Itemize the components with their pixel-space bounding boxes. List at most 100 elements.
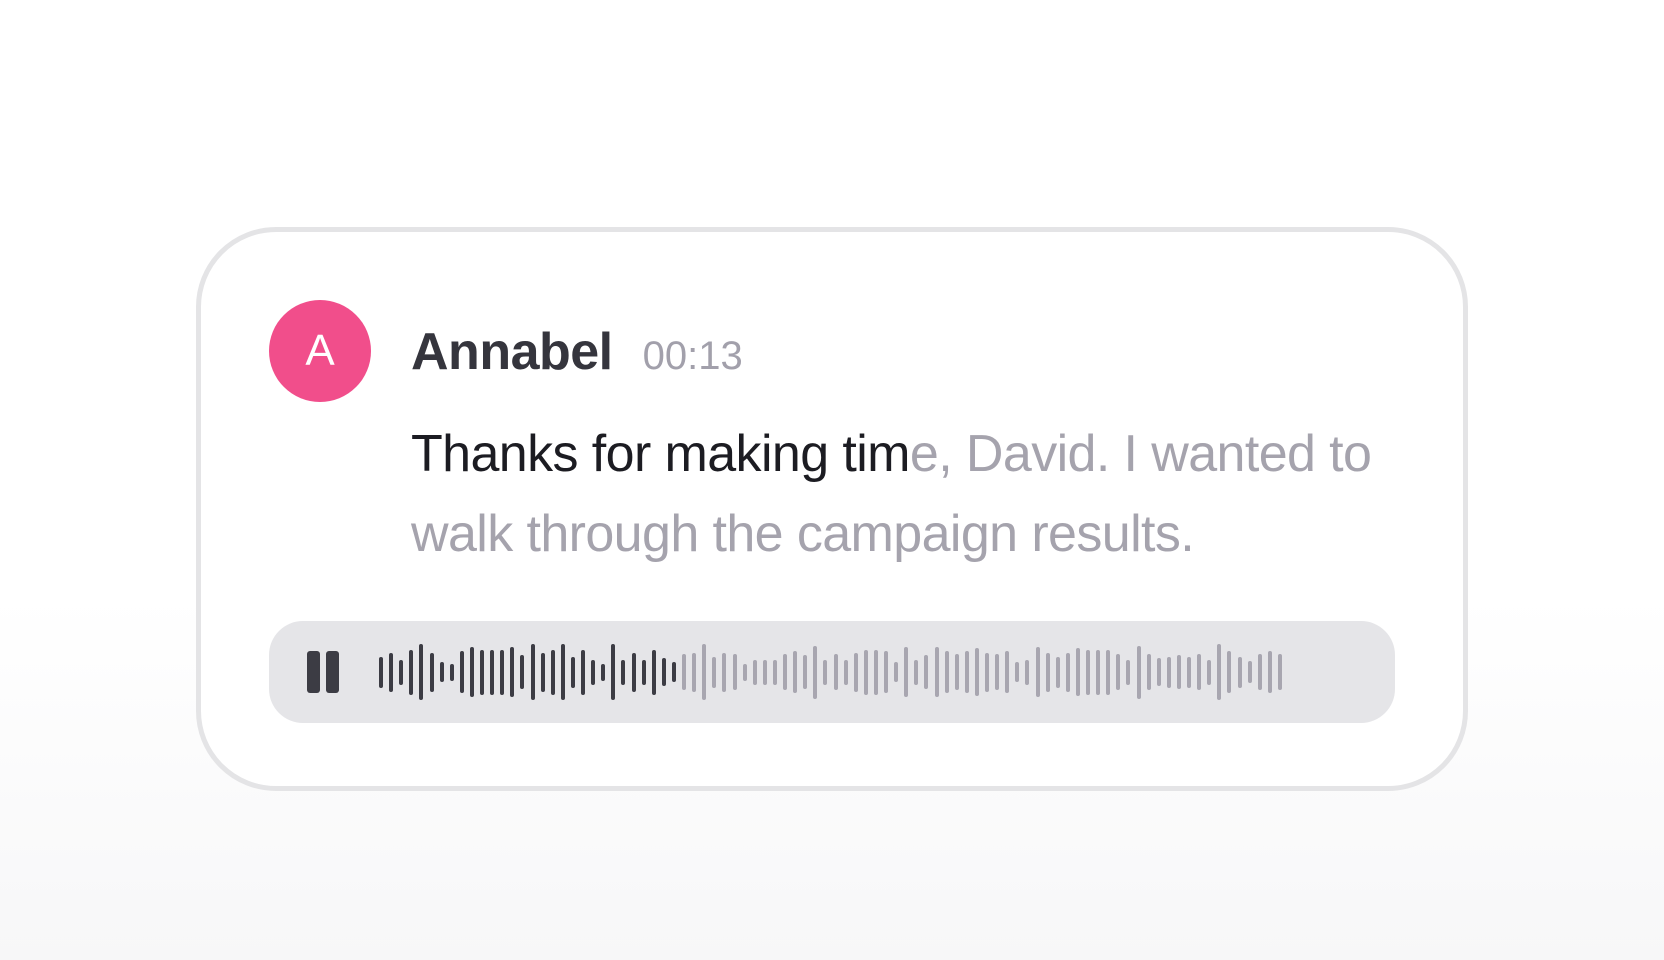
waveform-bar bbox=[854, 653, 858, 692]
waveform-bar bbox=[1248, 661, 1252, 683]
waveform-bar bbox=[1005, 651, 1009, 693]
waveform-bar bbox=[1096, 650, 1100, 695]
waveform-bar bbox=[773, 660, 777, 685]
pause-icon-bar bbox=[326, 651, 339, 693]
waveform-bar bbox=[632, 653, 636, 692]
waveform-bar bbox=[389, 653, 393, 692]
transcript-spoken: Thanks for making tim bbox=[411, 425, 911, 483]
waveform-bar bbox=[924, 655, 928, 689]
waveform-bar bbox=[450, 664, 454, 681]
waveform-bar bbox=[490, 650, 494, 695]
waveform-bar bbox=[722, 653, 726, 692]
waveform-bar bbox=[955, 654, 959, 690]
waveform-bar bbox=[561, 644, 565, 700]
waveform-bar bbox=[551, 650, 555, 695]
waveform-bar bbox=[1147, 654, 1151, 690]
waveform-bar bbox=[662, 658, 666, 686]
author-name[interactable]: Annabel bbox=[411, 322, 613, 382]
waveform-bar bbox=[480, 650, 484, 695]
waveform-bar bbox=[520, 655, 524, 689]
waveform-bar bbox=[682, 654, 686, 690]
waveform-bar bbox=[601, 664, 605, 681]
avatar[interactable]: A bbox=[269, 300, 371, 402]
waveform-bar bbox=[1086, 650, 1090, 695]
waveform-bar bbox=[763, 660, 767, 685]
waveform-bar bbox=[733, 654, 737, 690]
waveform-bar bbox=[834, 654, 838, 690]
waveform-bar bbox=[1217, 644, 1221, 700]
waveform-bar bbox=[1177, 655, 1181, 689]
waveform-bar bbox=[460, 651, 464, 693]
waveform-bar bbox=[995, 654, 999, 690]
waveform-bar bbox=[430, 653, 434, 692]
waveform-bar bbox=[571, 657, 575, 688]
waveform-bar bbox=[1025, 660, 1029, 685]
waveform-bar bbox=[1238, 657, 1242, 688]
waveform-bar bbox=[1278, 654, 1282, 690]
voice-message-card: A Annabel 00:13 Thanks for making time, … bbox=[196, 227, 1468, 791]
waveform-bar bbox=[743, 664, 747, 681]
waveform-bar bbox=[591, 660, 595, 685]
waveform-bar bbox=[510, 647, 514, 697]
waveform-bar bbox=[783, 654, 787, 690]
message-transcript: Thanks for making time, David. I wanted … bbox=[411, 414, 1391, 574]
waveform-bar bbox=[945, 651, 949, 693]
waveform-bar bbox=[1157, 658, 1161, 686]
waveform-bar bbox=[1056, 657, 1060, 688]
waveform-bar bbox=[1015, 662, 1019, 682]
waveform-bar bbox=[399, 660, 403, 685]
waveform-bar bbox=[985, 653, 989, 692]
message-header: Annabel 00:13 bbox=[411, 322, 743, 382]
waveform-bar bbox=[1116, 654, 1120, 690]
waveform-bar bbox=[541, 653, 545, 692]
waveform-bar bbox=[712, 657, 716, 688]
waveform-bar bbox=[1258, 654, 1262, 690]
waveform-bar bbox=[379, 657, 383, 688]
waveform-bar bbox=[440, 662, 444, 682]
waveform-bar bbox=[409, 650, 413, 695]
waveform-bar bbox=[1207, 660, 1211, 685]
waveform-bar bbox=[1187, 657, 1191, 688]
waveform-bar bbox=[965, 651, 969, 693]
waveform-bar bbox=[672, 662, 676, 682]
waveform-bar bbox=[621, 660, 625, 685]
waveform-bar bbox=[844, 660, 848, 685]
waveform-bar bbox=[1227, 651, 1231, 693]
avatar-initial: A bbox=[305, 326, 335, 375]
waveform-bar bbox=[935, 647, 939, 697]
pause-icon bbox=[307, 651, 320, 693]
waveform-bar bbox=[470, 647, 474, 697]
waveform-bar bbox=[1066, 653, 1070, 692]
waveform-bar bbox=[914, 660, 918, 685]
waveform-scrubber[interactable] bbox=[379, 621, 1339, 723]
waveform-bar bbox=[1137, 646, 1141, 699]
waveform-bar bbox=[652, 650, 656, 695]
waveform-bar bbox=[823, 660, 827, 685]
waveform-bar bbox=[1268, 651, 1272, 693]
waveform-bar bbox=[1036, 647, 1040, 697]
waveform-bar bbox=[1106, 650, 1110, 695]
waveform-bar bbox=[642, 660, 646, 685]
waveform-bar bbox=[975, 648, 979, 696]
waveform-bar bbox=[803, 655, 807, 689]
waveform-bar bbox=[1046, 653, 1050, 692]
waveform-bar bbox=[864, 650, 868, 695]
waveform-bar bbox=[1076, 648, 1080, 696]
waveform-bar bbox=[884, 651, 888, 693]
waveform-bar bbox=[904, 647, 908, 697]
waveform-bar bbox=[753, 660, 757, 685]
waveform-bar bbox=[702, 644, 706, 700]
waveform-bar bbox=[813, 646, 817, 699]
waveform-bar bbox=[419, 644, 423, 700]
pause-button[interactable] bbox=[307, 651, 341, 693]
waveform-bar bbox=[1126, 660, 1130, 685]
waveform-bar bbox=[500, 650, 504, 695]
waveform-bar bbox=[692, 653, 696, 692]
waveform-bar bbox=[874, 650, 878, 695]
waveform-bar bbox=[793, 651, 797, 693]
waveform-bar bbox=[611, 644, 615, 700]
waveform-bar bbox=[581, 650, 585, 695]
waveform-bar bbox=[531, 644, 535, 700]
audio-player bbox=[269, 621, 1395, 723]
waveform-bar bbox=[894, 662, 898, 682]
